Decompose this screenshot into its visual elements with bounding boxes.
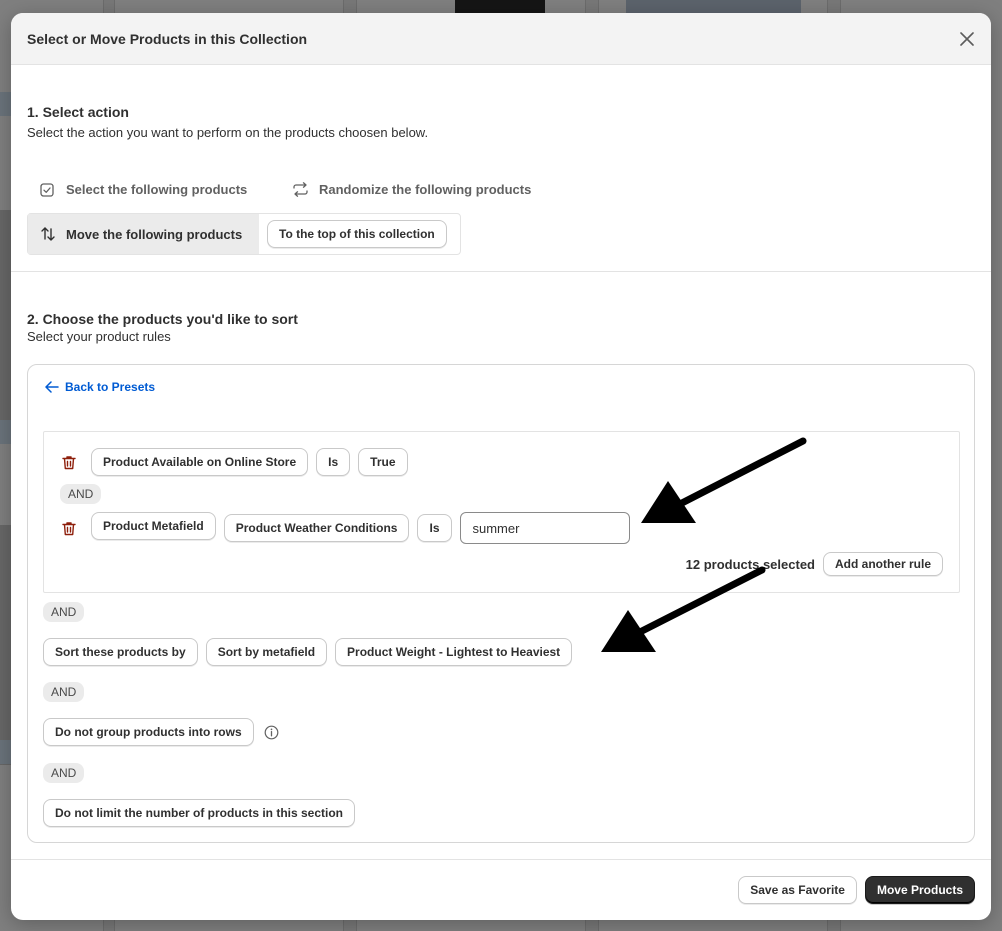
arrow-annotation-icon bbox=[641, 437, 807, 523]
arrow-annotation-icon bbox=[601, 566, 766, 652]
annotation-arrows bbox=[601, 437, 807, 652]
